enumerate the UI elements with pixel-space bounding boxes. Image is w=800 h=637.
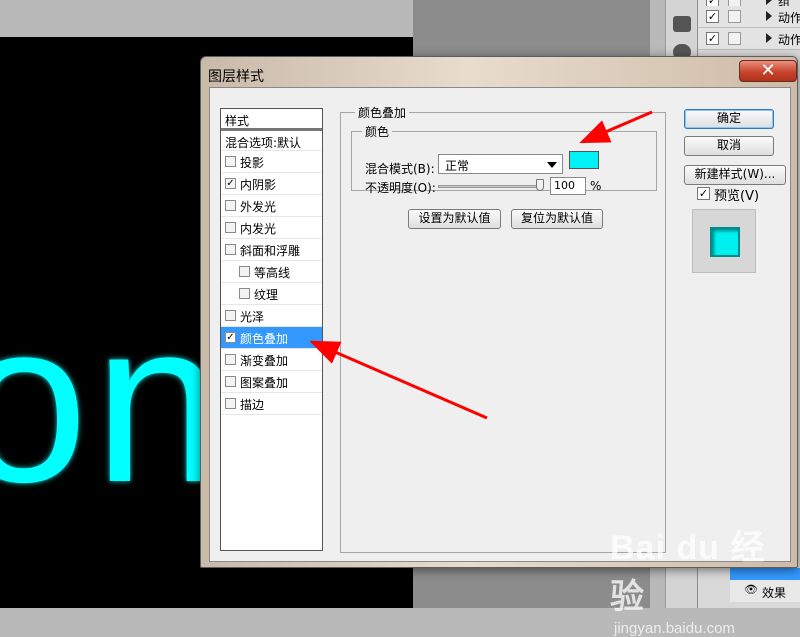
arrow-to-color-overlay: [309, 340, 488, 420]
watermark-url: jingyan.baidu.com: [614, 620, 735, 637]
arrow-to-color-swatch: [579, 110, 653, 144]
baidu-watermark: Bai du 经验 jingyan.baidu.com: [610, 520, 800, 637]
annotation-arrows: [309, 110, 653, 420]
watermark-brand: Bai du 经验: [610, 529, 766, 616]
